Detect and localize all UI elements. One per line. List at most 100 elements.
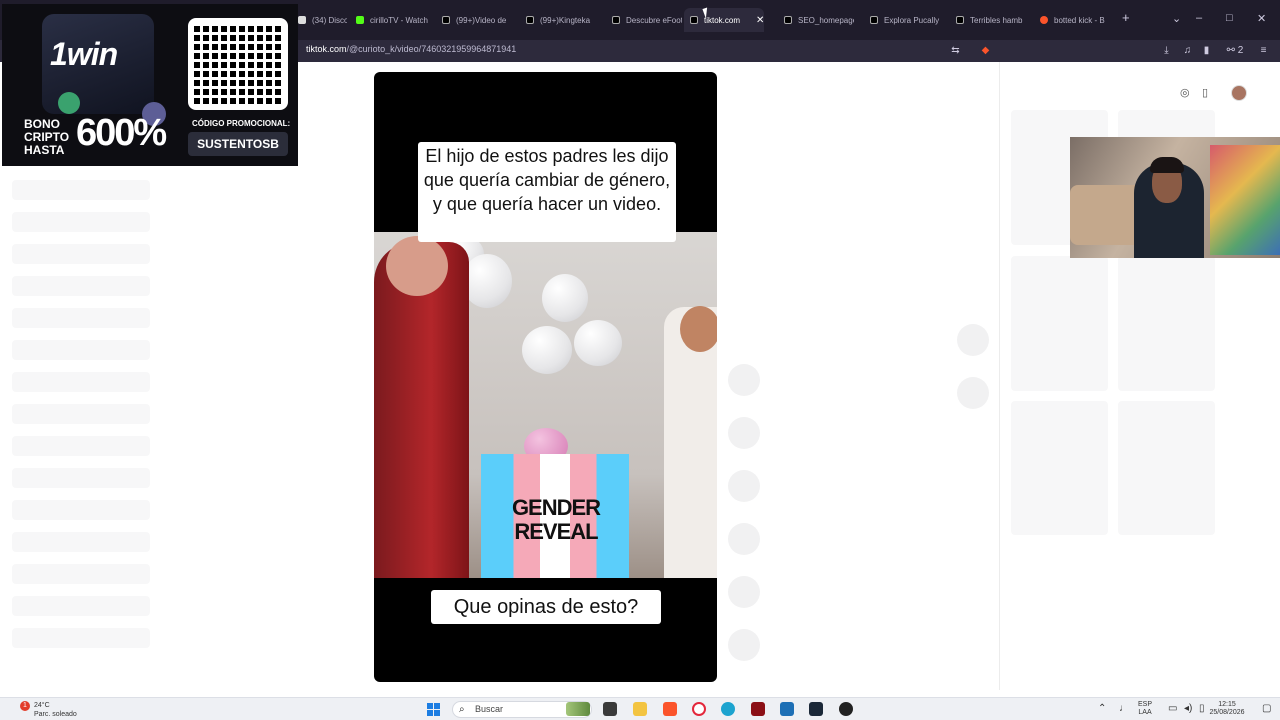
app-icon[interactable] [751, 702, 765, 716]
obs-icon[interactable] [839, 702, 853, 716]
tiktok-icon [870, 16, 878, 24]
url-field[interactable]: tiktok.com/@curioto_k/video/746032195996… [306, 44, 516, 54]
qr-code [188, 18, 288, 110]
tiktok-icon [690, 16, 698, 24]
skeleton-row [12, 500, 150, 520]
suggested-card-placeholder[interactable] [1011, 401, 1108, 535]
close-window-icon[interactable]: ✕ [1257, 12, 1266, 25]
video-caption-bottom: Que opinas de esto? [431, 590, 661, 624]
extension-count: 2 [1237, 45, 1244, 56]
tab-kick[interactable]: cirilloTV - Watch [350, 8, 430, 32]
compass-icon[interactable]: ◎ [1180, 86, 1190, 99]
windows-start-icon[interactable] [427, 703, 440, 716]
video-player[interactable]: GENDER REVEAL El hijo de estos padres le… [374, 72, 717, 682]
balloon [542, 274, 588, 322]
skeleton-row [12, 436, 150, 456]
skeleton-row [12, 628, 150, 648]
nav-up-placeholder[interactable] [957, 324, 989, 356]
column-divider [999, 62, 1000, 690]
action-button-placeholder[interactable] [728, 470, 760, 502]
tab-seo[interactable]: SEO_homepage [778, 8, 854, 32]
sidebar-icon[interactable]: ▮ [1201, 45, 1212, 56]
brave-shield-icon[interactable]: ◆ [980, 45, 991, 56]
file-explorer-icon[interactable] [633, 702, 647, 716]
promo-code: SUSTENTOSB [188, 132, 288, 156]
ad-bonus-value: 600% [76, 112, 167, 154]
skeleton-row [12, 532, 150, 552]
device-icon[interactable]: ▯ [1202, 86, 1208, 99]
windows-taskbar: 1 24°C Parc. soleado ⌕ Buscar ⌃ ♩ ESP LAA… [0, 697, 1280, 720]
extensions-icon[interactable]: ⚯ 2 [1224, 45, 1246, 56]
minimize-icon[interactable]: – [1196, 12, 1202, 24]
action-button-placeholder[interactable] [728, 523, 760, 555]
suggested-card-placeholder[interactable] [1118, 401, 1215, 535]
new-tab-button[interactable]: + [1122, 10, 1130, 25]
skeleton-row [12, 308, 150, 328]
language-indicator[interactable]: ESP LAA [1138, 701, 1152, 717]
clock[interactable]: 12:15 25/08/2026 [1202, 701, 1252, 717]
nav-down-placeholder[interactable] [957, 377, 989, 409]
tab-kingteka[interactable]: (99+)Kingteka [520, 8, 600, 32]
tab-descubre[interactable]: Descubre eFootball [606, 8, 682, 32]
music-icon[interactable]: ♫ [1182, 45, 1193, 56]
skeleton-row [12, 340, 150, 360]
tiktok-icon [784, 16, 792, 24]
coin-icon [58, 92, 80, 114]
balloon [462, 254, 512, 308]
brave-icon [1040, 16, 1048, 24]
tab-video[interactable]: (99+)Video de [436, 8, 512, 32]
balloon [574, 320, 622, 366]
balloon [522, 326, 572, 374]
action-button-placeholder[interactable] [728, 364, 760, 396]
store-icon[interactable] [780, 702, 794, 716]
tray-chevron-icon[interactable]: ⌃ [1098, 703, 1106, 714]
tab-discord[interactable]: (34) Discord [292, 8, 347, 32]
tiktok-icon [526, 16, 534, 24]
opera-icon[interactable] [692, 702, 706, 716]
search-highlight-icon [566, 702, 590, 716]
tiktok-icon [612, 16, 620, 24]
maximize-icon[interactable]: □ [1226, 12, 1233, 24]
weather-widget[interactable]: 24°C Parc. soleado [34, 701, 77, 719]
translate-icon[interactable]: ⇆ [950, 45, 961, 56]
flag-text: GENDER REVEAL [511, 495, 601, 544]
volume-icon[interactable]: ◂) [1184, 703, 1192, 714]
tab-terribles[interactable]: Terribles hamb [950, 8, 1026, 32]
task-view-icon[interactable] [603, 702, 617, 716]
webcam-overlay [1070, 137, 1280, 258]
tab-botted-kick[interactable]: botted kick - B [1034, 8, 1114, 32]
brave-browser-icon[interactable] [663, 702, 677, 716]
action-button-placeholder[interactable] [728, 629, 760, 661]
skeleton-row [12, 564, 150, 584]
ad-bonus-label: BONO CRIPTO HASTA [24, 117, 70, 157]
sponsor-ad-overlay: 1win BONO CRIPTO HASTA 600% CÓDIGO PROMO… [2, 4, 298, 166]
tiktok-icon [442, 16, 450, 24]
tab-tiktok-active[interactable]: tiktok.com ✕ [684, 8, 764, 32]
network-icon[interactable]: ▭ [1168, 703, 1177, 714]
edge-icon[interactable] [721, 702, 735, 716]
mother-head [680, 306, 717, 352]
webcam-hair [1150, 157, 1184, 173]
avatar[interactable] [1231, 85, 1247, 101]
discord-icon [298, 16, 306, 24]
notifications-icon[interactable]: ▢ [1262, 703, 1271, 714]
skeleton-row [12, 180, 150, 200]
tiktok-icon [956, 16, 964, 24]
weather-icon[interactable]: 1 [20, 701, 30, 711]
close-tab-icon[interactable]: ✕ [756, 15, 764, 26]
suggested-card-placeholder[interactable] [1118, 256, 1215, 391]
search-icon: ⌕ [459, 704, 465, 715]
download-icon[interactable]: ⤓ [1161, 45, 1172, 56]
microphone-icon[interactable]: ♩ [1119, 703, 1129, 714]
action-button-placeholder[interactable] [728, 417, 760, 449]
skeleton-row [12, 372, 150, 392]
tab-explora[interactable]: Explora Pucally [864, 8, 940, 32]
menu-icon[interactable]: ≡ [1258, 45, 1269, 56]
tab-search-chevron-icon[interactable]: ⌄ [1172, 12, 1181, 25]
suggested-card-placeholder[interactable] [1011, 256, 1108, 391]
webcam-tapestry [1210, 145, 1280, 255]
steam-icon[interactable] [809, 702, 823, 716]
action-button-placeholder[interactable] [728, 576, 760, 608]
video-scene: GENDER REVEAL [374, 232, 717, 578]
skeleton-row [12, 244, 150, 264]
